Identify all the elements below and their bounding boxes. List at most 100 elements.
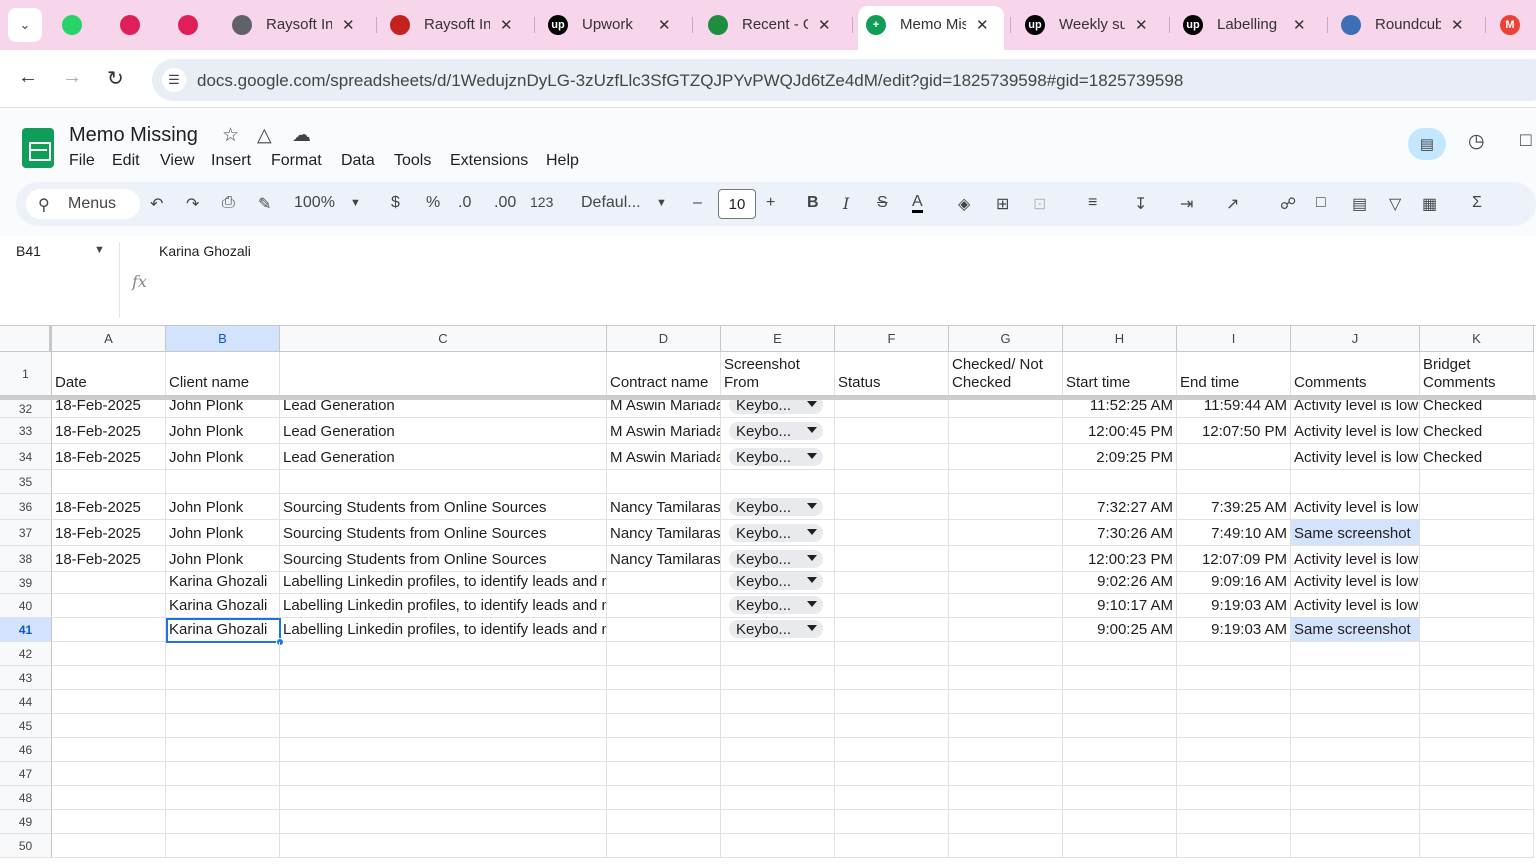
cell-chip[interactable]: Keybo...: [721, 444, 835, 470]
cell-bridget[interactable]: [1420, 738, 1534, 762]
cell-bridget[interactable]: [1420, 494, 1534, 520]
document-title[interactable]: Memo Missing: [69, 124, 198, 147]
row-header-48[interactable]: 48: [0, 786, 52, 810]
cell-empty[interactable]: [835, 546, 949, 572]
cell-date[interactable]: [52, 642, 166, 666]
cell-empty[interactable]: [949, 690, 1063, 714]
insert-chart-icon[interactable]: ▤: [1352, 194, 1367, 214]
cell-empty[interactable]: [949, 618, 1063, 642]
close-icon[interactable]: ✕: [342, 16, 355, 34]
row-header-38[interactable]: 38: [0, 546, 52, 572]
cell-contract[interactable]: Labelling Linkedin profiles, to identify…: [280, 572, 607, 594]
cell-chip[interactable]: [721, 762, 835, 786]
cell-chip[interactable]: [721, 714, 835, 738]
cell-empty[interactable]: [835, 738, 949, 762]
row-header-41[interactable]: 41: [0, 618, 52, 642]
cell-bridget[interactable]: [1420, 690, 1534, 714]
fill-color-icon[interactable]: ◈: [958, 194, 970, 214]
header-cell[interactable]: Comments: [1291, 352, 1420, 396]
cell-empty[interactable]: [835, 400, 949, 418]
close-icon[interactable]: ✕: [500, 16, 513, 34]
cell-client[interactable]: [166, 834, 280, 858]
cell-chip[interactable]: [721, 690, 835, 714]
row-header-35[interactable]: 35: [0, 470, 52, 494]
browser-tab[interactable]: [62, 6, 90, 44]
cell-contract[interactable]: [280, 666, 607, 690]
row-header-37[interactable]: 37: [0, 520, 52, 546]
cell-start[interactable]: 9:00:25 AM: [1063, 618, 1177, 642]
history-icon[interactable]: ◷: [1468, 130, 1485, 153]
cell-empty[interactable]: [949, 546, 1063, 572]
cell-end[interactable]: 9:19:03 AM: [1177, 618, 1291, 642]
cell-contract[interactable]: Lead Generation: [280, 444, 607, 470]
cell-date[interactable]: [52, 594, 166, 618]
dropdown-chip[interactable]: Keybo...: [729, 596, 823, 614]
cell-empty[interactable]: [835, 666, 949, 690]
cell-empty[interactable]: [949, 418, 1063, 444]
cell-contract[interactable]: [280, 690, 607, 714]
cell-empty[interactable]: [835, 642, 949, 666]
reload-icon[interactable]: ↻: [107, 66, 124, 91]
cell-empty[interactable]: [835, 418, 949, 444]
cell-empty[interactable]: [835, 520, 949, 546]
cell-end[interactable]: 11:59:44 AM: [1177, 400, 1291, 418]
cell-contract[interactable]: [280, 762, 607, 786]
undo-icon[interactable]: ↶: [150, 194, 163, 214]
cell-empty[interactable]: [949, 520, 1063, 546]
cell-freelancer[interactable]: [607, 618, 721, 642]
cell-chip[interactable]: Keybo...: [721, 546, 835, 572]
font-dropdown-icon[interactable]: ▼: [656, 197, 667, 209]
cell-date[interactable]: [52, 738, 166, 762]
cell-freelancer[interactable]: M Aswin Mariadass: [607, 444, 721, 470]
cell-date[interactable]: [52, 618, 166, 642]
column-header-g[interactable]: G: [949, 326, 1063, 352]
cell-contract[interactable]: Labelling Linkedin profiles, to identify…: [280, 594, 607, 618]
header-cell[interactable]: Checked/ Not Checked: [949, 352, 1063, 396]
cell-bridget[interactable]: [1420, 572, 1534, 594]
cell-empty[interactable]: [949, 762, 1063, 786]
cell-start[interactable]: 9:02:26 AM: [1063, 572, 1177, 594]
cloud-status-icon[interactable]: ☁: [292, 124, 311, 147]
cell-end[interactable]: 7:39:25 AM: [1177, 494, 1291, 520]
cell-contract[interactable]: Sourcing Students from Online Sources: [280, 520, 607, 546]
cell-empty[interactable]: [949, 470, 1063, 494]
cell-chip[interactable]: [721, 666, 835, 690]
cell-date[interactable]: 18-Feb-2025: [52, 400, 166, 418]
header-cell[interactable]: Screenshot From: [721, 352, 835, 396]
cell-freelancer[interactable]: [607, 714, 721, 738]
cell-chip[interactable]: [721, 834, 835, 858]
cell-client[interactable]: [166, 690, 280, 714]
cell-freelancer[interactable]: Nancy Tamilarasi: [607, 546, 721, 572]
cell-client[interactable]: [166, 714, 280, 738]
cell-comment[interactable]: [1291, 470, 1420, 494]
cell-chip[interactable]: [721, 810, 835, 834]
cell-empty[interactable]: [949, 572, 1063, 594]
cell-start[interactable]: [1063, 642, 1177, 666]
text-rotation-icon[interactable]: ↗: [1226, 194, 1239, 214]
decrease-decimal-button[interactable]: .0: [458, 194, 471, 212]
cell-empty[interactable]: [949, 400, 1063, 418]
cell-comment[interactable]: [1291, 738, 1420, 762]
cell-bridget[interactable]: [1420, 762, 1534, 786]
header-cell[interactable]: Contract name: [607, 352, 721, 396]
cell-bridget[interactable]: [1420, 520, 1534, 546]
cell-date[interactable]: 18-Feb-2025: [52, 444, 166, 470]
column-header-i[interactable]: I: [1177, 326, 1291, 352]
cell-bridget[interactable]: [1420, 642, 1534, 666]
meet-present-icon[interactable]: ▤: [1408, 128, 1446, 160]
cell-chip[interactable]: Keybo...: [721, 572, 835, 594]
cell-start[interactable]: 7:32:27 AM: [1063, 494, 1177, 520]
cell-start[interactable]: 11:52:25 AM: [1063, 400, 1177, 418]
cell-chip[interactable]: Keybo...: [721, 418, 835, 444]
cell-client[interactable]: [166, 666, 280, 690]
number-format-button[interactable]: 123: [530, 194, 553, 210]
row-header-36[interactable]: 36: [0, 494, 52, 520]
close-icon[interactable]: ✕: [1451, 16, 1464, 34]
name-box-dropdown-icon[interactable]: ▼: [94, 244, 105, 256]
menu-edit[interactable]: Edit: [112, 152, 140, 170]
cell-comment[interactable]: [1291, 834, 1420, 858]
column-header-k[interactable]: K: [1420, 326, 1534, 352]
sheets-logo-icon[interactable]: [22, 128, 54, 168]
cell-start[interactable]: [1063, 738, 1177, 762]
cell-comment[interactable]: [1291, 810, 1420, 834]
